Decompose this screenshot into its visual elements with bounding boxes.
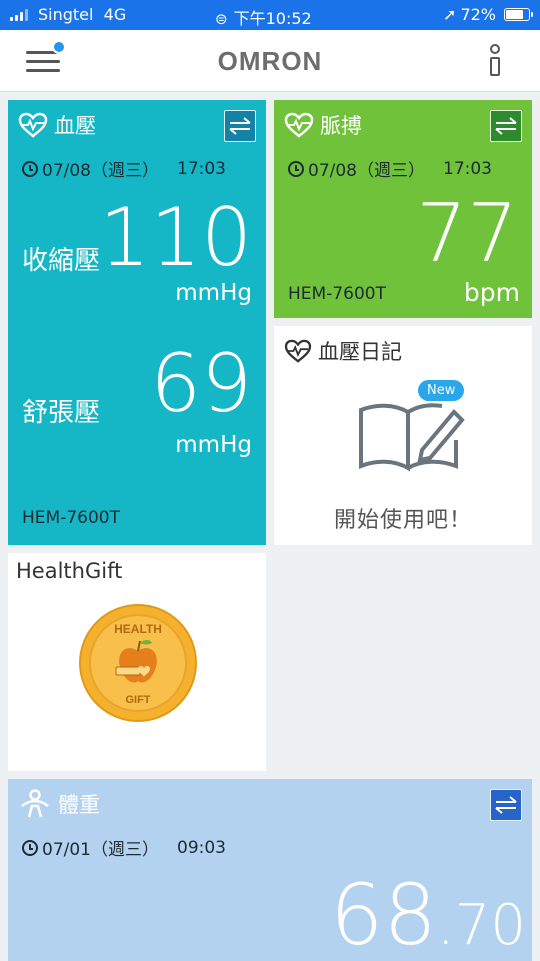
weight-datetime: 07/01（週三） 09:03 bbox=[22, 835, 226, 860]
pulse-card[interactable]: 脈搏 07/08（週三） 17:03 77 HEM-7600T bpm bbox=[274, 100, 532, 318]
clock-icon bbox=[22, 160, 38, 177]
swap-arrows-icon bbox=[495, 796, 517, 814]
status-bar: Singtel 4G ⊜ 下午10:52 ➚ 72% bbox=[0, 0, 540, 30]
healthgift-title: HealthGift bbox=[16, 559, 123, 583]
clock-icon bbox=[288, 160, 304, 177]
weight-title: 體重 bbox=[18, 789, 100, 819]
diastolic-label: 舒張壓 bbox=[22, 398, 101, 428]
healthgift-coin-icon: HEALTH GIFT bbox=[79, 604, 197, 722]
info-button[interactable] bbox=[488, 44, 502, 78]
heart-pulse-icon bbox=[284, 112, 314, 138]
status-right: ➚ 72% bbox=[443, 5, 533, 24]
diastolic-value: 69 bbox=[150, 337, 252, 430]
location-arrow-icon: ➚ bbox=[443, 5, 457, 24]
omron-logo: OMRON bbox=[217, 46, 323, 76]
new-badge: New bbox=[418, 380, 465, 401]
weight-value: 68.70 bbox=[330, 873, 526, 957]
systolic-value: 110 bbox=[99, 191, 252, 284]
heart-pulse-icon bbox=[18, 112, 48, 138]
bp-swap-button[interactable] bbox=[224, 110, 256, 142]
blood-pressure-card[interactable]: 血壓 07/08（週三） 17:03 收縮壓 110 mmHg 舒張壓 69 mm… bbox=[8, 100, 266, 545]
pulse-value: 77 bbox=[416, 187, 518, 280]
bp-device-model: HEM-7600T bbox=[22, 508, 120, 528]
body-figure-icon bbox=[21, 789, 49, 818]
bp-datetime: 07/08（週三） 17:03 bbox=[22, 156, 226, 181]
weight-swap-button[interactable] bbox=[490, 789, 522, 821]
diary-start-cta[interactable]: 開始使用吧！ bbox=[274, 502, 532, 534]
battery-percent: 72% bbox=[460, 5, 496, 24]
bp-title: 血壓 bbox=[18, 110, 96, 140]
pulse-unit: bpm bbox=[463, 278, 520, 307]
healthgift-card[interactable]: HealthGift HEALTH GIFT bbox=[8, 553, 266, 771]
swap-arrows-icon bbox=[229, 117, 251, 135]
bp-diary-card[interactable]: 血壓日記 New 開始使用吧！ bbox=[274, 326, 532, 545]
swap-arrows-icon bbox=[495, 117, 517, 135]
systolic-label: 收縮壓 bbox=[22, 246, 101, 276]
clock: ⊜ 下午10:52 bbox=[215, 9, 312, 28]
weight-card[interactable]: 體重 07/01（週三） 09:03 68.70 bbox=[8, 779, 532, 961]
pulse-title: 脈搏 bbox=[284, 110, 362, 140]
weight-value-decimal: .70 bbox=[436, 893, 526, 958]
diary-title: 血壓日記 bbox=[284, 336, 402, 366]
carrier-label: Singtel 4G bbox=[38, 5, 127, 24]
systolic-unit: mmHg bbox=[175, 280, 252, 306]
clock-icon bbox=[22, 839, 38, 856]
pulse-device-model: HEM-7600T bbox=[288, 284, 386, 304]
link-icon: ⊜ bbox=[215, 10, 228, 28]
coin-bottom-text: GIFT bbox=[125, 694, 150, 706]
battery-icon bbox=[504, 8, 533, 21]
heart-pulse-icon bbox=[284, 339, 312, 363]
diastolic-unit: mmHg bbox=[175, 432, 252, 458]
app-header: OMRON bbox=[0, 30, 540, 92]
pulse-datetime: 07/08（週三） 17:03 bbox=[288, 156, 492, 181]
signal-icon bbox=[10, 9, 28, 21]
coin-top-text: HEALTH bbox=[114, 622, 162, 636]
weight-value-integer: 68 bbox=[330, 866, 437, 961]
pulse-swap-button[interactable] bbox=[490, 110, 522, 142]
